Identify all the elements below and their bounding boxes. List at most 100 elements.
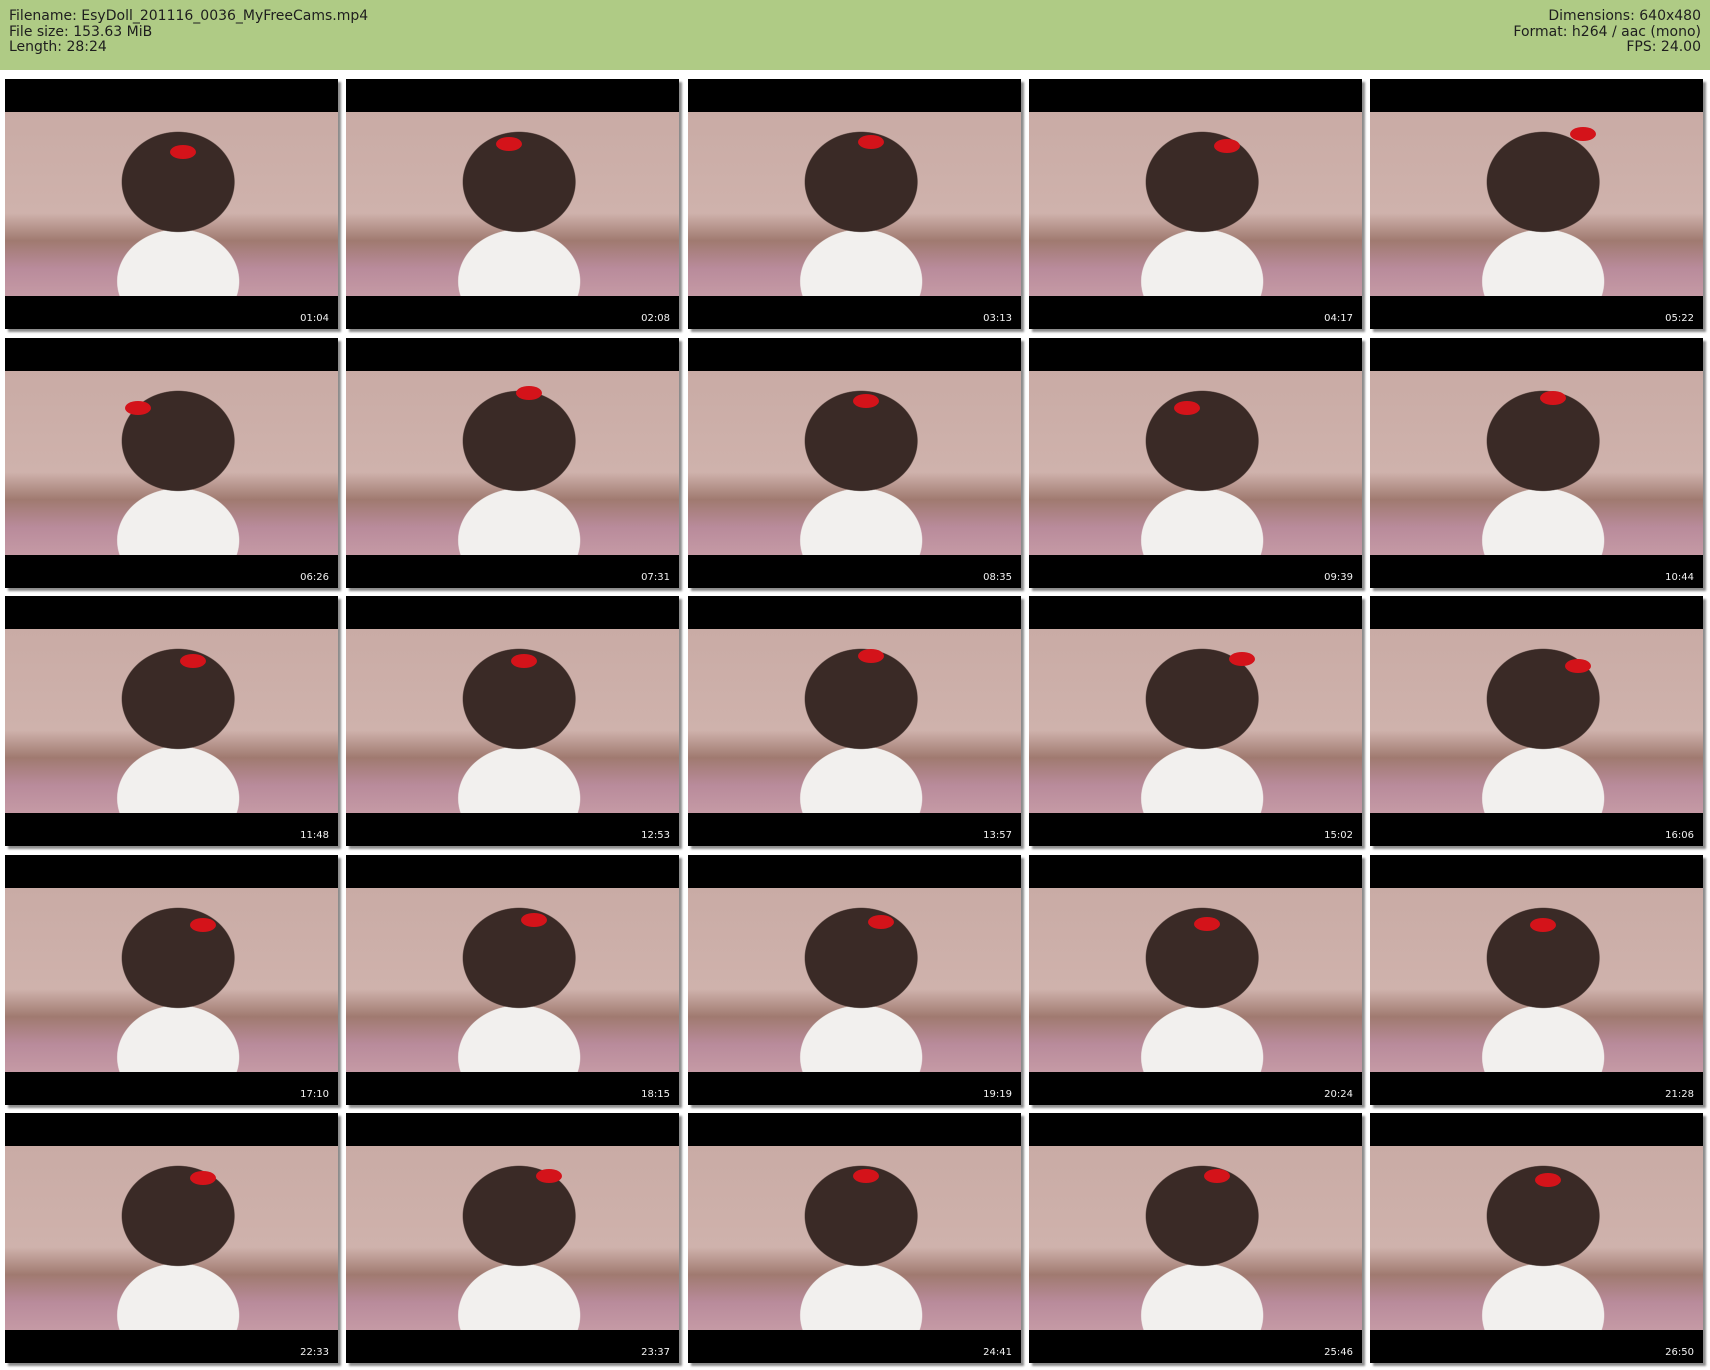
frame-detail xyxy=(1194,917,1220,931)
video-thumbnail[interactable]: 05:22 xyxy=(1370,79,1703,329)
video-thumbnail[interactable]: 02:08 xyxy=(346,79,679,329)
thumbnail-timestamp: 06:26 xyxy=(300,572,329,583)
thumbnail-timestamp: 03:13 xyxy=(983,313,1012,324)
video-thumbnail[interactable]: 16:06 xyxy=(1370,596,1703,846)
video-frame-image xyxy=(5,112,338,296)
video-frame-image xyxy=(346,371,679,555)
video-frame-image xyxy=(688,629,1021,813)
frame-detail xyxy=(853,1169,879,1183)
video-thumbnail[interactable]: 26:50 xyxy=(1370,1113,1703,1363)
thumbnail-timestamp: 09:39 xyxy=(1324,572,1353,583)
thumbnail-timestamp: 01:04 xyxy=(300,313,329,324)
video-frame-image xyxy=(1029,371,1362,555)
video-frame-image xyxy=(5,629,338,813)
fps-text: FPS: 24.00 xyxy=(1626,39,1701,55)
thumbnail-timestamp: 23:37 xyxy=(641,1347,670,1358)
thumbnail-timestamp: 26:50 xyxy=(1665,1347,1694,1358)
video-frame-image xyxy=(1370,888,1703,1072)
thumbnail-timestamp: 15:02 xyxy=(1324,830,1353,841)
video-thumbnail[interactable]: 12:53 xyxy=(346,596,679,846)
frame-detail xyxy=(536,1169,562,1183)
video-frame-image xyxy=(5,888,338,1072)
frame-detail xyxy=(853,394,879,408)
frame-detail xyxy=(868,915,894,929)
video-thumbnail[interactable]: 22:33 xyxy=(5,1113,338,1363)
metadata-header: Filename: EsyDoll_201116_0036_MyFreeCams… xyxy=(0,0,1710,70)
video-thumbnail[interactable]: 04:17 xyxy=(1029,79,1362,329)
video-thumbnail[interactable]: 09:39 xyxy=(1029,338,1362,588)
thumbnail-timestamp: 25:46 xyxy=(1324,1347,1353,1358)
thumbnail-timestamp: 04:17 xyxy=(1324,313,1353,324)
frame-detail xyxy=(180,654,206,668)
video-thumbnail[interactable]: 25:46 xyxy=(1029,1113,1362,1363)
thumbnail-timestamp: 18:15 xyxy=(641,1089,670,1100)
frame-detail xyxy=(1535,1173,1561,1187)
video-thumbnail[interactable]: 11:48 xyxy=(5,596,338,846)
video-frame-image xyxy=(1029,1146,1362,1330)
video-thumbnail[interactable]: 13:57 xyxy=(688,596,1021,846)
frame-detail xyxy=(521,913,547,927)
video-thumbnail[interactable]: 18:15 xyxy=(346,855,679,1105)
thumbnail-timestamp: 02:08 xyxy=(641,313,670,324)
video-frame-image xyxy=(688,888,1021,1072)
filename-text: Filename: EsyDoll_201116_0036_MyFreeCams… xyxy=(9,8,369,24)
frame-detail xyxy=(1174,401,1200,415)
video-frame-image xyxy=(1029,888,1362,1072)
dimensions-text: Dimensions: 640x480 xyxy=(1548,8,1701,24)
thumbnail-timestamp: 07:31 xyxy=(641,572,670,583)
thumbnail-timestamp: 11:48 xyxy=(300,830,329,841)
frame-detail xyxy=(858,649,884,663)
video-frame-image xyxy=(1029,629,1362,813)
video-thumbnail[interactable]: 03:13 xyxy=(688,79,1021,329)
stream-info: Dimensions: 640x480 Format: h264 / aac (… xyxy=(1513,8,1701,56)
video-thumbnail[interactable]: 20:24 xyxy=(1029,855,1362,1105)
frame-detail xyxy=(1565,659,1591,673)
video-thumbnail[interactable]: 06:26 xyxy=(5,338,338,588)
video-thumbnail[interactable]: 08:35 xyxy=(688,338,1021,588)
thumbnail-timestamp: 10:44 xyxy=(1665,572,1694,583)
length-text: Length: 28:24 xyxy=(9,39,107,55)
file-info: Filename: EsyDoll_201116_0036_MyFreeCams… xyxy=(9,8,369,56)
video-frame-image xyxy=(688,112,1021,296)
video-frame-image xyxy=(346,888,679,1072)
video-frame-image xyxy=(1370,629,1703,813)
video-thumbnail[interactable]: 24:41 xyxy=(688,1113,1021,1363)
frame-detail xyxy=(170,145,196,159)
thumbnail-timestamp: 17:10 xyxy=(300,1089,329,1100)
frame-detail xyxy=(1570,127,1596,141)
video-thumbnail[interactable]: 19:19 xyxy=(688,855,1021,1105)
video-thumbnail[interactable]: 07:31 xyxy=(346,338,679,588)
frame-detail xyxy=(1214,139,1240,153)
thumbnail-timestamp: 13:57 xyxy=(983,830,1012,841)
frame-detail xyxy=(1229,652,1255,666)
file-size-text: File size: 153.63 MiB xyxy=(9,23,153,40)
thumbnail-timestamp: 16:06 xyxy=(1665,830,1694,841)
format-text: Format: h264 / aac (mono) xyxy=(1513,23,1701,40)
video-frame-image xyxy=(1370,1146,1703,1330)
video-thumbnail[interactable]: 15:02 xyxy=(1029,596,1362,846)
frame-detail xyxy=(496,137,522,151)
thumbnail-timestamp: 22:33 xyxy=(300,1347,329,1358)
video-thumbnail[interactable]: 10:44 xyxy=(1370,338,1703,588)
video-frame-image xyxy=(1029,112,1362,296)
video-thumbnail[interactable]: 23:37 xyxy=(346,1113,679,1363)
video-frame-image xyxy=(5,371,338,555)
thumbnail-timestamp: 19:19 xyxy=(983,1089,1012,1100)
video-thumbnail[interactable]: 01:04 xyxy=(5,79,338,329)
thumbnail-timestamp: 21:28 xyxy=(1665,1089,1694,1100)
video-thumbnail[interactable]: 21:28 xyxy=(1370,855,1703,1105)
video-frame-image xyxy=(5,1146,338,1330)
thumbnail-grid: 01:04 02:08 03:13 04:17 05:22 06:26 07:31 08:35… xyxy=(5,79,1705,1365)
frame-detail xyxy=(1530,918,1556,932)
video-frame-image xyxy=(1370,112,1703,296)
frame-detail xyxy=(858,135,884,149)
frame-detail xyxy=(190,1171,216,1185)
frame-detail xyxy=(516,386,542,400)
thumbnail-timestamp: 05:22 xyxy=(1665,313,1694,324)
video-thumbnail[interactable]: 17:10 xyxy=(5,855,338,1105)
video-frame-image xyxy=(346,1146,679,1330)
frame-detail xyxy=(1204,1169,1230,1183)
thumbnail-timestamp: 20:24 xyxy=(1324,1089,1353,1100)
thumbnail-timestamp: 08:35 xyxy=(983,572,1012,583)
thumbnail-timestamp: 12:53 xyxy=(641,830,670,841)
